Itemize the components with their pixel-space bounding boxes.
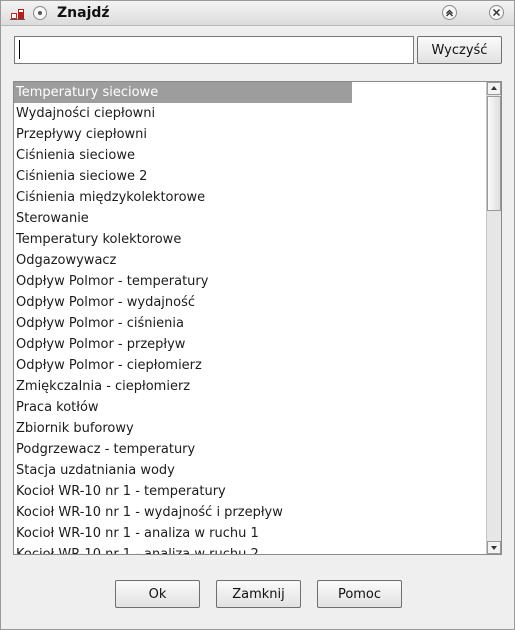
list-item[interactable]: Odgazowywacz [14, 250, 487, 271]
ok-button[interactable]: Ok [115, 580, 200, 608]
arrow-up-icon[interactable] [487, 82, 501, 95]
list-item[interactable]: Podgrzewacz - temperatury [14, 439, 487, 460]
window-title: Znajdź [57, 5, 110, 21]
list-item[interactable]: Odpływ Polmor - temperatury [14, 271, 487, 292]
list-item[interactable]: Stacja uzdatniania wody [14, 460, 487, 481]
list-item[interactable]: Odpływ Polmor - ciepłomierz [14, 355, 487, 376]
vertical-scrollbar[interactable] [486, 82, 501, 554]
list-item[interactable]: Ciśnienia międzykolektorowe [14, 187, 487, 208]
list-item[interactable]: Zmiękczalnia - ciepłomierz [14, 376, 487, 397]
arrow-down-icon[interactable] [487, 541, 501, 554]
list-item[interactable]: Kocioł WR-10 nr 1 - temperatury [14, 481, 487, 502]
find-dialog: Znajdź Wyczyść Temperatury sieciowe Wydaj… [0, 0, 515, 630]
close-button[interactable]: Zamknij [216, 580, 301, 608]
list-item[interactable]: Temperatury sieciowe [14, 82, 352, 103]
list-item[interactable]: Odpływ Polmor - wydajność [14, 292, 487, 313]
list-item[interactable]: Odpływ Polmor - ciśnienia [14, 313, 487, 334]
list-item[interactable]: Sterowanie [14, 208, 487, 229]
list-item[interactable]: Odpływ Polmor - przepływ [14, 334, 487, 355]
search-input[interactable] [14, 36, 414, 64]
help-button[interactable]: Pomoc [317, 580, 402, 608]
results-list[interactable]: Temperatury sieciowe Wydajności ciepłowni… [13, 81, 502, 555]
results-list-items: Temperatury sieciowe Wydajności ciepłowni… [14, 82, 487, 554]
clear-button[interactable]: Wyczyść [417, 36, 502, 64]
list-item[interactable]: Przepływy ciepłowni [14, 124, 487, 145]
list-item[interactable]: Kocioł WR-10 nr 1 - wydajność i przepływ [14, 502, 487, 523]
list-item[interactable]: Ciśnienia sieciowe 2 [14, 166, 487, 187]
app-icon [10, 7, 26, 21]
list-item[interactable]: Praca kotłów [14, 397, 487, 418]
list-item[interactable]: Zbiornik buforowy [14, 418, 487, 439]
text-caret [19, 40, 20, 59]
scrollbar-thumb[interactable] [487, 96, 501, 211]
list-item[interactable]: Temperatury kolektorowe [14, 229, 487, 250]
list-item[interactable]: Kocioł WR-10 nr 1 - analiza w ruchu 1 [14, 523, 487, 544]
chevron-up-icon[interactable] [442, 5, 457, 20]
list-item[interactable]: Wydajności ciepłowni [14, 103, 487, 124]
title-bar[interactable]: Znajdź [1, 1, 514, 26]
window-menu-icon[interactable] [33, 6, 47, 20]
close-icon[interactable] [489, 5, 504, 20]
list-item[interactable]: Ciśnienia sieciowe [14, 145, 487, 166]
list-item[interactable]: Kocioł WR-10 nr 1 - analiza w ruchu 2 [14, 544, 487, 554]
